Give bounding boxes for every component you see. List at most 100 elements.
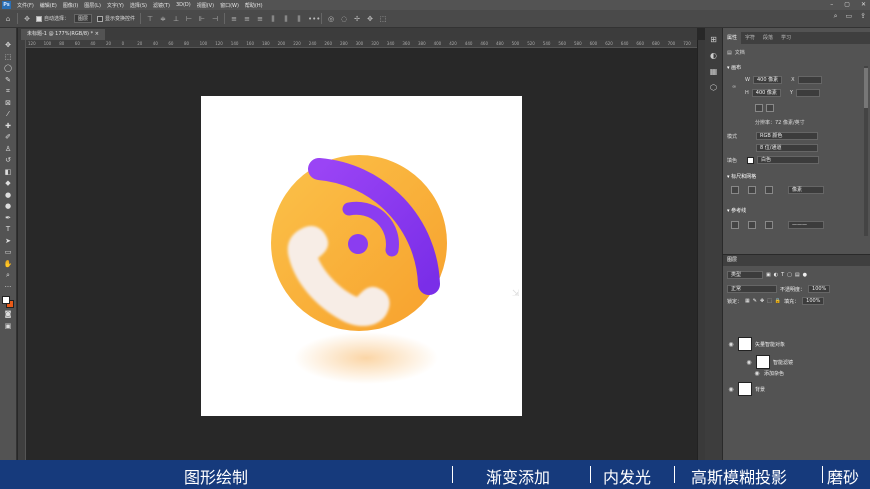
frame-tool-icon[interactable]: ⊠ bbox=[2, 98, 14, 109]
lock-all-icon[interactable]: 🔒 bbox=[775, 298, 781, 304]
hand-tool-icon[interactable]: ✋ bbox=[2, 259, 14, 270]
rectangle-tool-icon[interactable]: ▭ bbox=[2, 247, 14, 258]
smart-filter-row[interactable]: ◉ 智能滤镜 bbox=[741, 355, 870, 369]
x-field[interactable] bbox=[797, 76, 822, 84]
menu-3d[interactable]: 3D(D) bbox=[173, 2, 194, 8]
move-tool-icon[interactable]: ✥ bbox=[2, 40, 14, 51]
3d-roll-icon[interactable]: ◌ bbox=[340, 15, 348, 23]
filter-shape-icon[interactable]: ▢ bbox=[787, 272, 792, 278]
artboard[interactable] bbox=[201, 96, 522, 416]
distribute-top-icon[interactable]: ≡ bbox=[230, 15, 238, 23]
opacity-field[interactable]: 100% bbox=[808, 285, 831, 293]
ruler-icon[interactable] bbox=[731, 186, 739, 194]
y-field[interactable] bbox=[795, 89, 820, 97]
visibility-eye-icon[interactable]: ◉ bbox=[727, 386, 735, 393]
distribute-middle-icon[interactable]: ≡ bbox=[243, 15, 251, 23]
layer-row[interactable]: ◉ 矢量智能对象 bbox=[723, 337, 870, 351]
menu-edit[interactable]: 编辑(E) bbox=[37, 2, 60, 9]
zoom-tool-icon[interactable]: ⌕ bbox=[2, 270, 14, 281]
guide-add-icon[interactable] bbox=[765, 221, 773, 229]
align-right-icon[interactable]: ⊣ bbox=[211, 15, 219, 23]
canvas-section-title[interactable]: ▾ 画布 bbox=[727, 64, 741, 71]
brush-tool-icon[interactable]: ✐ bbox=[2, 132, 14, 143]
share-icon[interactable]: ⇪ bbox=[860, 12, 866, 21]
mode-dropdown[interactable]: RGB 颜色 bbox=[756, 132, 818, 140]
show-transform-option[interactable]: 显示变换控件 bbox=[97, 15, 135, 22]
eraser-tool-icon[interactable]: ◧ bbox=[2, 167, 14, 178]
more-tools-icon[interactable]: ··· bbox=[2, 282, 14, 293]
units-dropdown[interactable]: 像素 bbox=[788, 186, 824, 194]
marquee-tool-icon[interactable]: ⬚ bbox=[2, 52, 14, 63]
eyedropper-tool-icon[interactable]: ⁄ bbox=[2, 109, 14, 120]
healing-brush-tool-icon[interactable]: ✚ bbox=[2, 121, 14, 132]
3d-icon[interactable]: ⬡ bbox=[708, 82, 720, 94]
guide-lock-icon[interactable] bbox=[748, 221, 756, 229]
guides-section-title[interactable]: ▾ 参考线 bbox=[727, 207, 746, 214]
menu-window[interactable]: 窗口(W) bbox=[217, 2, 242, 9]
tab-character[interactable]: 字符 bbox=[741, 32, 759, 44]
landscape-icon[interactable] bbox=[766, 104, 774, 112]
3d-slide-icon[interactable]: ✥ bbox=[366, 15, 374, 23]
menu-type[interactable]: 文字(Y) bbox=[104, 2, 127, 9]
close-icon[interactable]: ✕ bbox=[861, 1, 866, 8]
show-transform-checkbox[interactable] bbox=[97, 15, 104, 22]
workspace-icon[interactable]: ▭ bbox=[846, 12, 853, 21]
align-center-icon[interactable]: ⊩ bbox=[198, 15, 206, 23]
auto-select-dropdown[interactable]: 图层 bbox=[74, 14, 93, 23]
link-icon[interactable]: ∞ bbox=[732, 84, 736, 90]
minimize-icon[interactable]: – bbox=[830, 1, 833, 8]
lasso-tool-icon[interactable]: ◯ bbox=[2, 63, 14, 74]
filter-smart-icon[interactable]: ▤ bbox=[795, 272, 800, 278]
tab-learn[interactable]: 学习 bbox=[777, 32, 795, 44]
blend-mode-dropdown[interactable]: 正常 bbox=[727, 285, 777, 293]
lock-artboard-icon[interactable]: ⬚ bbox=[767, 298, 772, 304]
guide-visibility-icon[interactable] bbox=[731, 221, 739, 229]
crop-tool-icon[interactable]: ⌗ bbox=[2, 86, 14, 97]
distribute-center-icon[interactable]: ⫼ bbox=[282, 15, 290, 23]
paint-bucket-tool-icon[interactable]: ◆ bbox=[2, 178, 14, 189]
dodge-tool-icon[interactable]: ● bbox=[2, 201, 14, 212]
align-top-icon[interactable]: ⊤ bbox=[146, 15, 154, 23]
menu-layer[interactable]: 图层(L) bbox=[81, 2, 104, 9]
width-field[interactable]: 400 像素 bbox=[752, 76, 783, 84]
lock-move-icon[interactable]: ✥ bbox=[760, 298, 764, 304]
3d-orbit-icon[interactable]: ◎ bbox=[327, 15, 335, 23]
menu-help[interactable]: 帮助(H) bbox=[242, 2, 266, 9]
portrait-icon[interactable] bbox=[755, 104, 763, 112]
lock-pixels-icon[interactable]: ▦ bbox=[745, 298, 750, 304]
path-select-tool-icon[interactable]: ➤ bbox=[2, 236, 14, 247]
home-icon[interactable]: ⌂ bbox=[4, 15, 12, 23]
close-tab-icon[interactable]: × bbox=[95, 31, 99, 37]
libraries-icon[interactable]: ▦ bbox=[708, 66, 720, 78]
scroll-thumb[interactable] bbox=[864, 68, 868, 108]
filter-pixel-icon[interactable]: ▣ bbox=[766, 272, 771, 278]
foreground-color[interactable] bbox=[2, 296, 10, 304]
background-layer-row[interactable]: ◉ 背景 bbox=[723, 382, 870, 396]
history-icon[interactable]: ⊞ bbox=[708, 34, 720, 46]
canvas-scrollbar[interactable] bbox=[697, 40, 705, 460]
blur-tool-icon[interactable]: ● bbox=[2, 190, 14, 201]
align-bottom-icon[interactable]: ⊥ bbox=[172, 15, 180, 23]
distribute-right-icon[interactable]: ⫼ bbox=[295, 15, 303, 23]
align-left-icon[interactable]: ⊢ bbox=[185, 15, 193, 23]
filter-row[interactable]: ◉ 添加杂色 bbox=[749, 370, 870, 377]
lock-paint-icon[interactable]: ✎ bbox=[753, 298, 757, 304]
pixel-grid-icon[interactable] bbox=[765, 186, 773, 194]
menu-file[interactable]: 文件(F) bbox=[14, 2, 37, 9]
quick-mask-icon[interactable]: ◙ bbox=[2, 309, 14, 320]
adjustments-icon[interactable]: ◐ bbox=[708, 50, 720, 62]
document-tab[interactable]: 未标题-1 @ 177%(RGB/8) * × bbox=[21, 29, 105, 40]
filter-toggle-icon[interactable]: ● bbox=[803, 272, 807, 278]
auto-select-checkbox[interactable] bbox=[36, 15, 42, 22]
fill-field[interactable]: 100% bbox=[802, 297, 825, 305]
more-options-icon[interactable]: ••• bbox=[308, 15, 320, 23]
3d-scale-icon[interactable]: ⬚ bbox=[379, 15, 387, 23]
menu-select[interactable]: 选择(S) bbox=[127, 2, 150, 9]
maximize-icon[interactable]: ▢ bbox=[844, 1, 850, 8]
clone-stamp-tool-icon[interactable]: ♙ bbox=[2, 144, 14, 155]
guide-style-dropdown[interactable]: ——— bbox=[788, 221, 824, 229]
properties-scrollbar[interactable] bbox=[864, 66, 868, 236]
layers-tab[interactable]: 图层 bbox=[723, 255, 870, 266]
color-swatches[interactable] bbox=[2, 296, 14, 308]
distribute-bottom-icon[interactable]: ≡ bbox=[256, 15, 264, 23]
